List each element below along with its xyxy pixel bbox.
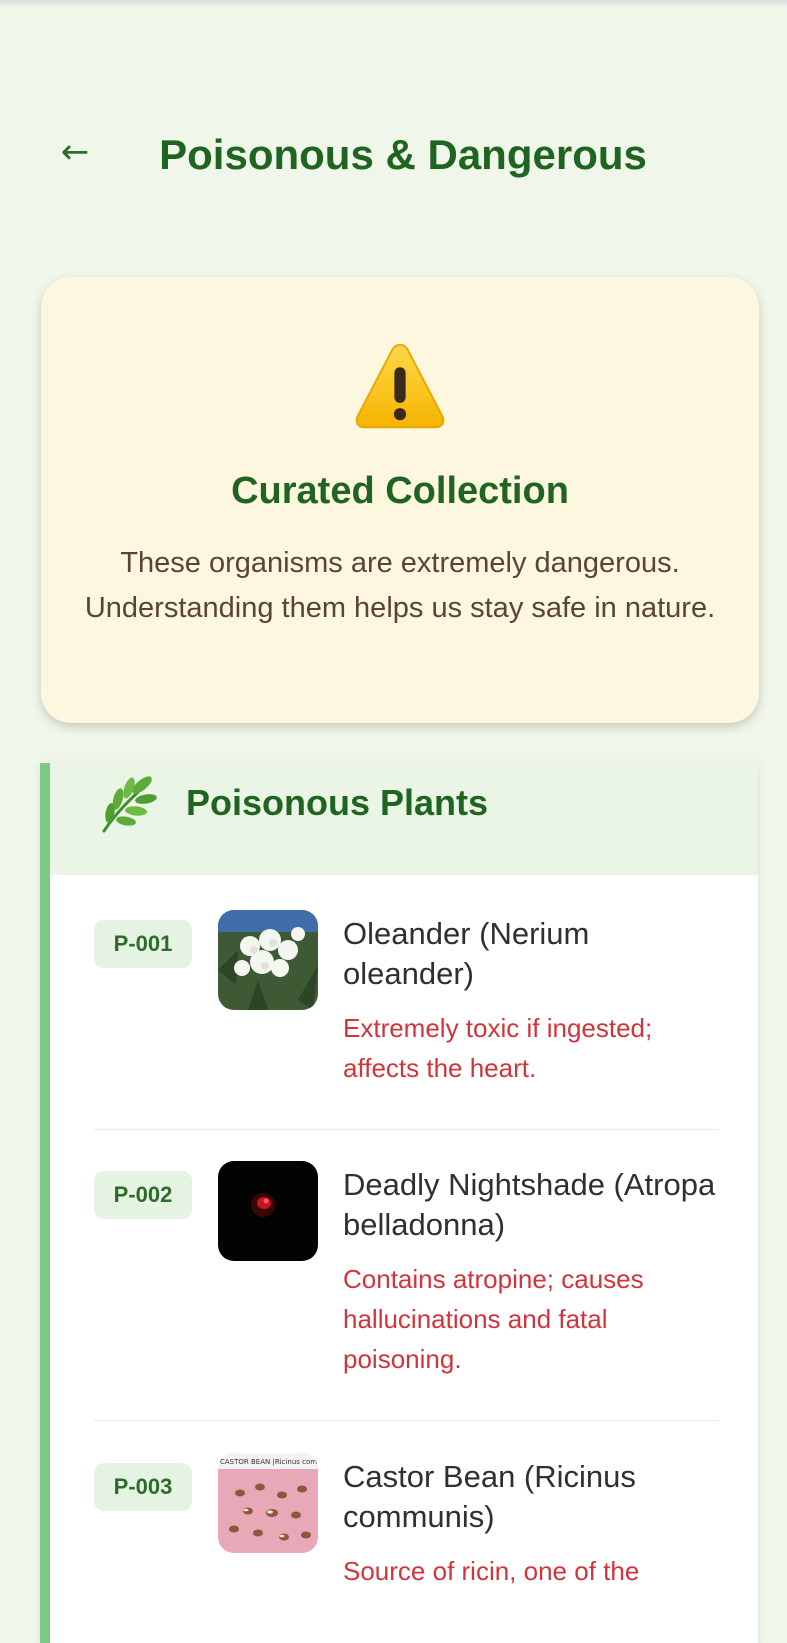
nightshade-image [218, 1161, 318, 1261]
section-header: Poisonous Plants [50, 763, 758, 875]
oleander-image [218, 910, 318, 1010]
item-divider [94, 1420, 719, 1421]
castor-bean-image: CASTOR BEAN |Ricinus comm [218, 1453, 318, 1553]
item-description: Source of ricin, one of the [343, 1556, 640, 1586]
castor-bean-caption: CASTOR BEAN |Ricinus comm [220, 1458, 318, 1466]
item-description: Contains atropine; causes hallucinations… [343, 1264, 644, 1374]
item-code-badge: P-001 [94, 920, 192, 968]
item-name: Deadly Nightshade (Atropa belladonna) [343, 1167, 716, 1242]
item-code-badge: P-002 [94, 1171, 192, 1219]
notice-title: Curated Collection [231, 470, 569, 512]
page-title: Poisonous & Dangerous [159, 131, 647, 178]
item-divider [94, 1129, 719, 1130]
notice-text: These organisms are extremely dangerous.… [84, 547, 716, 624]
item-name: Oleander (Nerium oleander) [343, 916, 590, 991]
section-title: Poisonous Plants [186, 782, 489, 823]
poisonous-plants-section: Poisonous Plants P-001 Oleander (Nerium … [40, 763, 758, 1643]
warning-notice-card: Curated Collection These organisms are e… [41, 277, 759, 723]
status-bar-shadow [0, 0, 787, 7]
item-code-badge: P-003 [94, 1463, 192, 1511]
item-name: Castor Bean (Ricinus communis) [343, 1459, 636, 1534]
item-description: Extremely toxic if ingested; affects the… [343, 1013, 653, 1083]
app-header: ← Poisonous & Dangerous [0, 115, 787, 195]
leaf-icon [102, 776, 157, 833]
warning-icon [355, 343, 445, 429]
